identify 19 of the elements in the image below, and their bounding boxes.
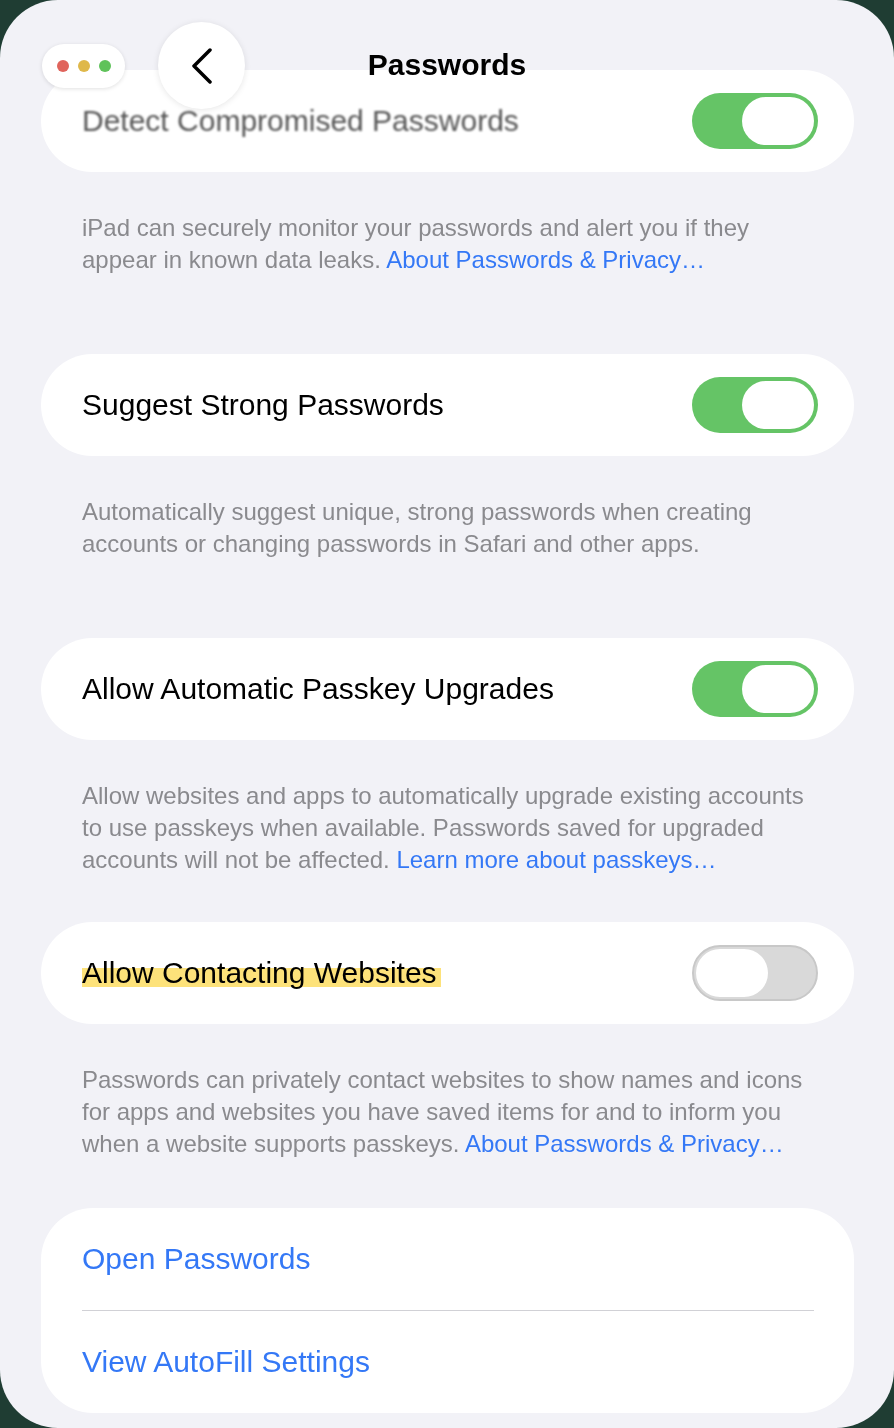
window-controls[interactable] [42,44,125,88]
setting-label: Suggest Strong Passwords [82,388,445,422]
toggle-switch[interactable] [692,945,818,1001]
toggle-switch[interactable] [692,377,818,433]
footer-text: Passwords can privately contact websites to show names and icons for apps and websites you have saved items for and to inform you when a website supports passkeys. About Passwords & Privacy… [81,1065,804,1159]
footer-link[interactable]: Learn more about passkeys… [396,846,717,873]
footer-text: Automatically suggest unique, strong passwords when creating accounts or changing passwords in Safari and other apps. [81,497,753,559]
footer-text: iPad can securely monitor your passwords and alert you if they appear in known data leaks. About Passwords & Privacy… [81,213,750,275]
page-title: Passwords [367,48,527,82]
toggle-switch[interactable] [692,661,818,717]
settings-link[interactable]: Open Passwords [82,1208,814,1310]
setting-label: Detect Compromised Passwords [82,104,520,138]
footer-link[interactable]: About Passwords & Privacy… [464,1130,784,1157]
toggle-switch[interactable] [692,93,818,149]
chevron-left-icon [190,47,213,84]
setting-label: Allow Automatic Passkey Upgrades [82,672,555,706]
footer-link[interactable]: About Passwords & Privacy… [386,246,705,273]
footer-text: Allow websites and apps to automatically upgrade existing accounts to use passkeys when available. Passwords saved for upgraded accounts will not be affected. Learn more about passkeys… [81,781,805,875]
settings-link[interactable]: View AutoFill Settings [82,1311,814,1413]
